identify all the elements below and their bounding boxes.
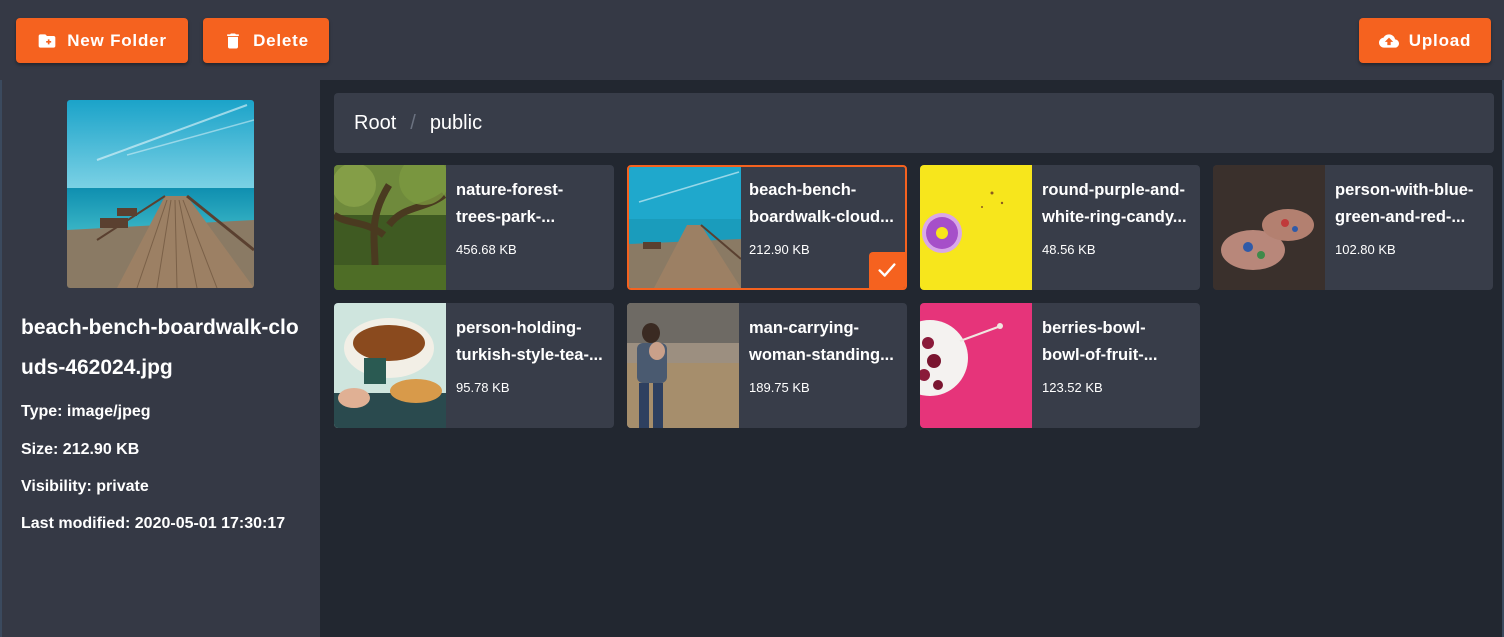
file-name: round-purple-and-white-ring-candy... (1042, 181, 1187, 226)
delete-label: Delete (253, 30, 309, 50)
new-folder-label: New Folder (67, 30, 167, 50)
forest-trees-image (334, 165, 446, 290)
file-card[interactable]: round-purple-and-white-ring-candy... 48.… (920, 165, 1200, 290)
checkmark-icon (869, 252, 905, 288)
file-size: Size: 212.90 KB (21, 441, 140, 458)
file-size-label: 456.68 KB (456, 242, 517, 257)
purple-donut-image (920, 165, 1032, 290)
folder-plus-icon (38, 33, 56, 48)
selected-file-name: beach-bench-boardwalk-clouds-462024.jpg (21, 316, 299, 379)
painted-hands-image (1213, 165, 1325, 290)
file-size-label: 212.90 KB (749, 242, 810, 257)
breadcrumb: Root / public (334, 93, 1494, 153)
trash-icon (227, 33, 239, 48)
file-name: person-holding-turkish-style-tea-... (456, 319, 603, 364)
file-name: man-carrying-woman-standing... (749, 319, 894, 364)
file-size-label: 48.56 KB (1042, 242, 1096, 257)
file-card[interactable]: berries-bowl-bowl-of-fruit-... 123.52 KB (920, 303, 1200, 428)
file-size-label: 123.52 KB (1042, 380, 1103, 395)
cloud-upload-icon (1378, 33, 1399, 48)
beach-boardwalk-image (629, 167, 741, 288)
file-size-label: 189.75 KB (749, 380, 810, 395)
upload-label: Upload (1408, 30, 1472, 50)
file-name: beach-bench-boardwalk-cloud... (749, 181, 894, 226)
file-size-label: 102.80 KB (1335, 242, 1396, 257)
file-name: person-with-blue-green-and-red-... (1335, 181, 1474, 226)
file-last-modified: Last modified: 2020-05-01 17:30:17 (21, 515, 286, 532)
file-card[interactable]: person-with-blue-green-and-red-... 102.8… (1213, 165, 1493, 290)
couple-field-image (627, 303, 739, 428)
file-card[interactable]: person-holding-turkish-style-tea-... 95.… (334, 303, 614, 428)
file-size-label: 95.78 KB (456, 380, 510, 395)
file-name: berries-bowl-bowl-of-fruit-... (1042, 319, 1158, 364)
upload-button[interactable]: Upload (1359, 18, 1491, 63)
file-card[interactable]: nature-forest-trees-park-... 456.68 KB (334, 165, 614, 290)
delete-button[interactable]: Delete (203, 18, 329, 63)
breadcrumb-separator: / (410, 111, 416, 134)
file-details-sidebar: beach-bench-boardwalk-clouds-462024.jpg … (2, 80, 320, 637)
file-type: Type: image/jpeg (21, 403, 151, 420)
file-card[interactable]: man-carrying-woman-standing... 189.75 KB (627, 303, 907, 428)
toolbar: New Folder Delete Upload (0, 0, 1504, 80)
file-browser: Root / public nature-forest-trees-park-.… (320, 80, 1502, 637)
file-visibility: Visibility: private (21, 478, 149, 495)
file-preview-image (67, 100, 254, 288)
breadcrumb-root[interactable]: Root (354, 112, 396, 135)
file-name: nature-forest-trees-park-... (456, 181, 564, 226)
new-folder-button[interactable]: New Folder (16, 18, 188, 63)
tea-cup-image (334, 303, 446, 428)
breadcrumb-current[interactable]: public (430, 112, 482, 135)
berries-bowl-image (920, 303, 1032, 428)
file-card-selected[interactable]: beach-bench-boardwalk-cloud... 212.90 KB (627, 165, 907, 290)
